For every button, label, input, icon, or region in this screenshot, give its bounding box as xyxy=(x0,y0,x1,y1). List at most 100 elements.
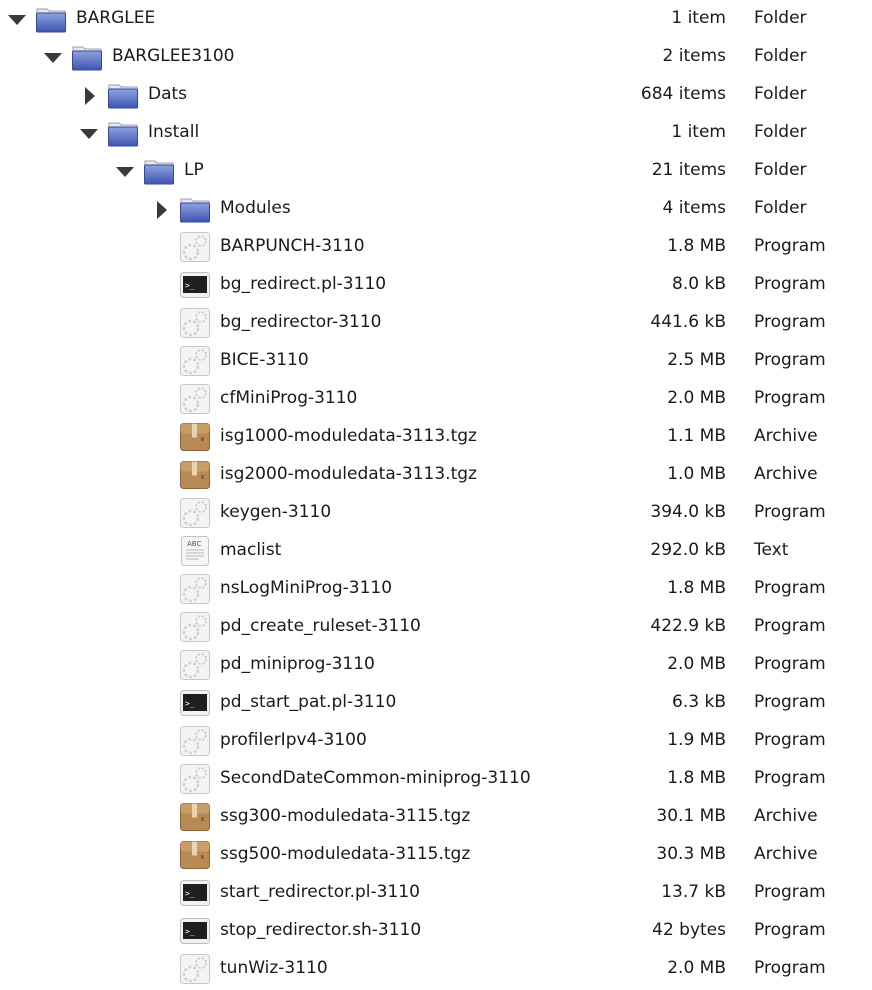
item-size: 30.3 MB xyxy=(656,844,726,864)
expander-open-icon[interactable] xyxy=(44,49,62,65)
file-row[interactable]: nsLogMiniProg-3110 1.8 MB Program xyxy=(0,570,872,608)
item-type: Program xyxy=(754,654,826,674)
folder-icon xyxy=(71,41,103,73)
file-row[interactable]: ABC maclist 292.0 kB Text xyxy=(0,532,872,570)
item-type: Program xyxy=(754,920,826,940)
file-row[interactable]: >_ pd_start_pat.pl-3110 6.3 kB Program xyxy=(0,684,872,722)
item-name[interactable]: ssg500-moduledata-3115.tgz xyxy=(220,844,470,864)
item-type: Program xyxy=(754,768,826,788)
svg-text:>_: >_ xyxy=(185,927,195,936)
item-name[interactable]: profilerIpv4-3100 xyxy=(220,730,367,750)
executable-icon xyxy=(179,231,211,263)
file-row[interactable]: SecondDateCommon-miniprog-3110 1.8 MB Prog… xyxy=(0,760,872,798)
item-type: Folder xyxy=(754,160,807,180)
item-name[interactable]: BARGLEE xyxy=(76,8,155,28)
folder-row[interactable]: Install 1 item Folder xyxy=(0,114,872,152)
executable-icon xyxy=(179,725,211,757)
item-name[interactable]: ssg300-moduledata-3115.tgz xyxy=(220,806,470,826)
item-size: 1 item xyxy=(671,122,726,142)
item-name[interactable]: maclist xyxy=(220,540,281,560)
item-name[interactable]: SecondDateCommon-miniprog-3110 xyxy=(220,768,531,788)
item-size: 1.0 MB xyxy=(667,464,726,484)
file-row[interactable]: bg_redirector-3110 441.6 kB Program xyxy=(0,304,872,342)
item-type: Folder xyxy=(754,8,807,28)
file-row[interactable]: ssg300-moduledata-3115.tgz 30.1 MB Archive xyxy=(0,798,872,836)
item-type: Program xyxy=(754,236,826,256)
folder-row[interactable]: Dats 684 items Folder xyxy=(0,76,872,114)
item-name[interactable]: BICE-3110 xyxy=(220,350,309,370)
item-name[interactable]: keygen-3110 xyxy=(220,502,331,522)
folder-row[interactable]: Modules 4 items Folder xyxy=(0,190,872,228)
file-row[interactable]: profilerIpv4-3100 1.9 MB Program xyxy=(0,722,872,760)
folder-row[interactable]: BARGLEE3100 2 items Folder xyxy=(0,38,872,76)
file-row[interactable]: pd_miniprog-3110 2.0 MB Program xyxy=(0,646,872,684)
item-size: 4 items xyxy=(662,198,726,218)
svg-text:>_: >_ xyxy=(185,889,195,898)
expander-closed-icon[interactable] xyxy=(81,87,97,105)
item-size: 422.9 kB xyxy=(650,616,726,636)
file-row[interactable]: ssg500-moduledata-3115.tgz 30.3 MB Archive xyxy=(0,836,872,874)
item-name[interactable]: stop_redirector.sh-3110 xyxy=(220,920,421,940)
executable-icon xyxy=(179,497,211,529)
item-name[interactable]: nsLogMiniProg-3110 xyxy=(220,578,392,598)
executable-icon xyxy=(179,307,211,339)
item-type: Folder xyxy=(754,198,807,218)
item-type: Folder xyxy=(754,46,807,66)
item-name[interactable]: bg_redirector-3110 xyxy=(220,312,381,332)
item-name[interactable]: Install xyxy=(148,122,199,142)
file-row[interactable]: BICE-3110 2.5 MB Program xyxy=(0,342,872,380)
item-name[interactable]: cfMiniProg-3110 xyxy=(220,388,357,408)
item-name[interactable]: pd_start_pat.pl-3110 xyxy=(220,692,396,712)
item-type: Archive xyxy=(754,464,818,484)
item-size: 2 items xyxy=(662,46,726,66)
archive-icon xyxy=(179,459,211,491)
expander-open-icon[interactable] xyxy=(80,125,98,141)
item-name[interactable]: BARPUNCH-3110 xyxy=(220,236,365,256)
folder-row[interactable]: BARGLEE 1 item Folder xyxy=(0,0,872,38)
item-size: 292.0 kB xyxy=(650,540,726,560)
item-type: Program xyxy=(754,388,826,408)
item-size: 2.0 MB xyxy=(667,654,726,674)
file-row[interactable]: isg2000-moduledata-3113.tgz 1.0 MB Archive xyxy=(0,456,872,494)
executable-icon xyxy=(179,345,211,377)
item-name[interactable]: Modules xyxy=(220,198,291,218)
svg-text:>_: >_ xyxy=(185,699,195,708)
item-name[interactable]: isg1000-moduledata-3113.tgz xyxy=(220,426,477,446)
file-row[interactable]: isg1000-moduledata-3113.tgz 1.1 MB Archive xyxy=(0,418,872,456)
item-size: 21 items xyxy=(651,160,726,180)
folder-row[interactable]: LP 21 items Folder xyxy=(0,152,872,190)
file-row[interactable]: keygen-3110 394.0 kB Program xyxy=(0,494,872,532)
item-size: 1.1 MB xyxy=(667,426,726,446)
item-name[interactable]: bg_redirect.pl-3110 xyxy=(220,274,386,294)
file-row[interactable]: >_ start_redirector.pl-3110 13.7 kB Program xyxy=(0,874,872,912)
file-row[interactable]: >_ stop_redirector.sh-3110 42 bytes Program xyxy=(0,912,872,950)
item-name[interactable]: pd_miniprog-3110 xyxy=(220,654,375,674)
item-type: Program xyxy=(754,350,826,370)
item-name[interactable]: tunWiz-3110 xyxy=(220,958,328,978)
item-name[interactable]: BARGLEE3100 xyxy=(112,46,235,66)
item-name[interactable]: Dats xyxy=(148,84,187,104)
svg-text:ABC: ABC xyxy=(187,540,201,548)
file-row[interactable]: >_ bg_redirect.pl-3110 8.0 kB Program xyxy=(0,266,872,304)
expander-open-icon[interactable] xyxy=(116,163,134,179)
expander-closed-icon[interactable] xyxy=(153,201,169,219)
file-row[interactable]: tunWiz-3110 2.0 MB Program xyxy=(0,950,872,988)
item-type: Program xyxy=(754,692,826,712)
file-row[interactable]: cfMiniProg-3110 2.0 MB Program xyxy=(0,380,872,418)
executable-icon xyxy=(179,611,211,643)
file-tree: BARGLEE 1 item Folder BARGLEE3100 2 items Fol… xyxy=(0,0,872,988)
item-size: 2.5 MB xyxy=(667,350,726,370)
item-name[interactable]: start_redirector.pl-3110 xyxy=(220,882,420,902)
expander-open-icon[interactable] xyxy=(8,11,26,27)
item-name[interactable]: LP xyxy=(184,160,204,180)
item-type: Archive xyxy=(754,426,818,446)
item-name[interactable]: pd_create_ruleset-3110 xyxy=(220,616,421,636)
executable-icon xyxy=(179,649,211,681)
item-type: Program xyxy=(754,882,826,902)
file-row[interactable]: BARPUNCH-3110 1.8 MB Program xyxy=(0,228,872,266)
item-size: 13.7 kB xyxy=(661,882,726,902)
item-name[interactable]: isg2000-moduledata-3113.tgz xyxy=(220,464,477,484)
terminal-icon: >_ xyxy=(179,877,211,909)
item-type: Program xyxy=(754,616,826,636)
file-row[interactable]: pd_create_ruleset-3110 422.9 kB Program xyxy=(0,608,872,646)
